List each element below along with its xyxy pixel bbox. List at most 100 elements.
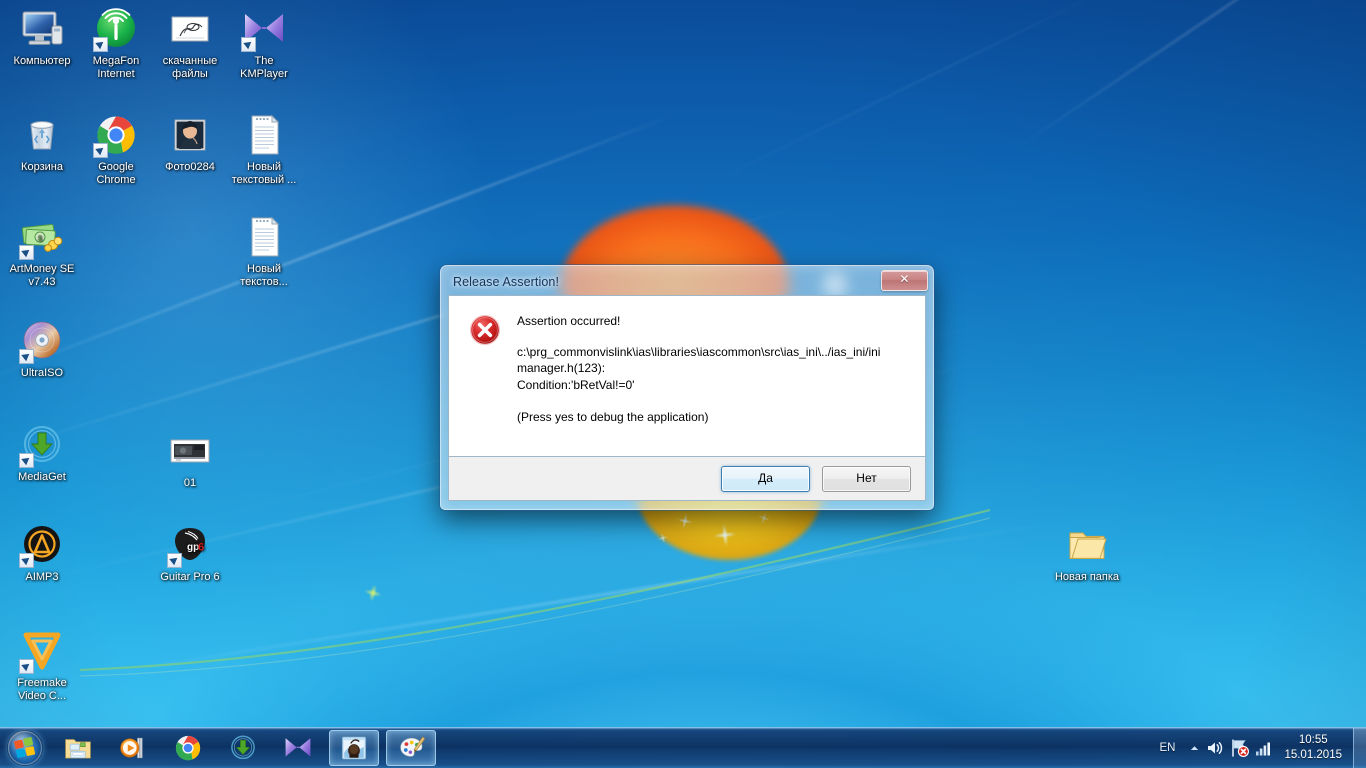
svg-text:6: 6: [198, 542, 204, 554]
dialog-heading: Assertion occurred!: [517, 314, 621, 328]
speaker-icon[interactable]: [1204, 737, 1226, 759]
taskbar-items: [47, 730, 436, 766]
desktop-icon-freemake[interactable]: Freemake Video C...: [4, 628, 80, 702]
recycle-bin-icon: [19, 112, 65, 158]
kmplayer-icon: [283, 733, 313, 763]
dialog-message: Assertion occurred! c:\prg_commonvislink…: [517, 313, 911, 426]
desktop-icon-label: AIMP3: [25, 571, 59, 583]
dialog-title: Release Assertion!: [453, 274, 560, 289]
disc-icon: [19, 318, 65, 364]
taskbar-chrome[interactable]: [164, 731, 212, 765]
desktop[interactable]: Компьютер MegaFon Internet скачанные файлы…: [0, 0, 1366, 768]
dialog-body: Assertion occurred! c:\prg_commonvislink…: [448, 295, 926, 457]
desktop-icon-recycle-bin[interactable]: Корзина: [4, 112, 80, 174]
folder-explorer-icon: [63, 733, 93, 763]
dialog-button-bar: Да Нет: [448, 457, 926, 501]
mediaget-icon: [19, 422, 65, 468]
shortcut-arrow-icon: [19, 553, 34, 568]
shortcut-arrow-icon: [167, 553, 182, 568]
desktop-icon-label: ArtMoney SE v7.43: [9, 263, 75, 288]
desktop-icon-kmplayer[interactable]: The KMPlayer: [226, 6, 302, 80]
desktop-icon-aimp3[interactable]: AIMP3: [4, 522, 80, 584]
svg-text:$: $: [38, 235, 42, 242]
signal-bars-icon[interactable]: [1252, 737, 1274, 759]
gpu-photo-icon: [167, 428, 213, 474]
guitarpro-icon: gp 6: [167, 522, 213, 568]
taskbar-app-window[interactable]: [329, 730, 379, 766]
media-player-icon: [118, 733, 148, 763]
desktop-icon-artmoney[interactable]: $ ArtMoney SE v7.43: [4, 214, 80, 288]
computer-icon: [19, 6, 65, 52]
no-button[interactable]: Нет: [822, 465, 911, 492]
desktop-icon-label: The KMPlayer: [240, 55, 288, 80]
text-file-icon: [241, 112, 287, 158]
desktop-icon-label: Новый текстовый ...: [231, 161, 297, 186]
chrome-icon: [93, 112, 139, 158]
taskbar-media-player[interactable]: [109, 731, 157, 765]
artmoney-icon: $: [19, 214, 65, 260]
desktop-icon-ultraiso[interactable]: UltraISO: [4, 318, 80, 380]
desktop-icon-label: UltraISO: [20, 367, 64, 379]
desktop-icon-photo0284[interactable]: Фото0284: [152, 112, 228, 174]
app-window-icon: [339, 733, 369, 763]
desktop-icon-label: MegaFon Internet: [92, 55, 140, 80]
desktop-icon-label: MediaGet: [18, 471, 66, 483]
shortcut-arrow-icon: [19, 349, 34, 364]
taskbar[interactable]: EN 10:55 15.01.2015: [0, 727, 1366, 768]
taskbar-kmplayer[interactable]: [274, 731, 322, 765]
dialog-condition: Condition:'bRetVal!=0': [517, 377, 635, 392]
error-icon: [469, 314, 501, 346]
shortcut-arrow-icon: [93, 143, 108, 158]
desktop-icon-computer[interactable]: Компьютер: [4, 6, 80, 68]
megafon-icon: [93, 6, 139, 52]
desktop-icon-mediaget[interactable]: MediaGet: [4, 422, 80, 484]
desktop-icon-downloads[interactable]: скачанные файлы: [152, 6, 228, 80]
desktop-icon-label: Guitar Pro 6: [160, 571, 220, 583]
folder-icon: [1064, 522, 1110, 568]
chevron-up-icon[interactable]: [1185, 738, 1203, 758]
mediaget-icon: [228, 733, 258, 763]
dialog-path-line-2: manager.h(123):: [517, 361, 606, 375]
desktop-icon-guitar-pro[interactable]: gp 6 Guitar Pro 6: [152, 522, 228, 584]
network-error-icon[interactable]: [1228, 737, 1250, 759]
chrome-icon: [173, 733, 203, 763]
taskbar-paint[interactable]: [386, 730, 436, 766]
shortcut-arrow-icon: [19, 659, 34, 674]
desktop-icon-label: Google Chrome: [96, 161, 136, 186]
desktop-icon-label: Новый текстов...: [240, 263, 288, 288]
yes-button[interactable]: Да: [721, 465, 810, 492]
desktop-icon-new-text-doc-2[interactable]: Новый текстов...: [226, 214, 302, 288]
clock-date: 15.01.2015: [1284, 749, 1342, 761]
desktop-icon-label: скачанные файлы: [162, 55, 218, 80]
freemake-icon: [19, 628, 65, 674]
shortcut-arrow-icon: [19, 245, 34, 260]
release-assertion-dialog[interactable]: Release Assertion! ✕ Assertion occurred!…: [440, 265, 934, 510]
taskbar-mediaget[interactable]: [219, 731, 267, 765]
photo-icon: [167, 112, 213, 158]
kmplayer-icon: [241, 6, 287, 52]
shortcut-arrow-icon: [19, 453, 34, 468]
start-orb[interactable]: [2, 729, 47, 767]
aimp-icon: [19, 522, 65, 568]
desktop-icon-new-text-doc-1[interactable]: Новый текстовый ...: [226, 112, 302, 186]
desktop-icon-megafon[interactable]: MegaFon Internet: [78, 6, 154, 80]
close-icon[interactable]: ✕: [881, 270, 928, 291]
desktop-icon-label: Фото0284: [165, 161, 215, 173]
clock-time: 10:55: [1298, 734, 1328, 746]
desktop-icon-google-chrome[interactable]: Google Chrome: [78, 112, 154, 186]
picture-icon: [167, 6, 213, 52]
desktop-icon-label: Корзина: [21, 161, 63, 173]
clock[interactable]: 10:55 15.01.2015: [1275, 733, 1353, 763]
desktop-icon-label: Компьютер: [13, 55, 71, 67]
system-tray[interactable]: EN 10:55 15.01.2015: [1149, 728, 1366, 768]
shortcut-arrow-icon: [241, 37, 256, 52]
dialog-titlebar[interactable]: Release Assertion! ✕: [443, 268, 931, 295]
desktop-icon-image-01[interactable]: 01: [152, 428, 228, 490]
windows-logo-icon: [6, 730, 43, 766]
desktop-icon-new-folder[interactable]: Новая папка: [1049, 522, 1125, 584]
desktop-icon-label: 01: [183, 477, 197, 489]
desktop-icon-label: Новая папка: [1054, 571, 1120, 583]
show-desktop-button[interactable]: [1353, 728, 1366, 768]
taskbar-explorer[interactable]: [54, 731, 102, 765]
language-indicator[interactable]: EN: [1149, 742, 1185, 754]
